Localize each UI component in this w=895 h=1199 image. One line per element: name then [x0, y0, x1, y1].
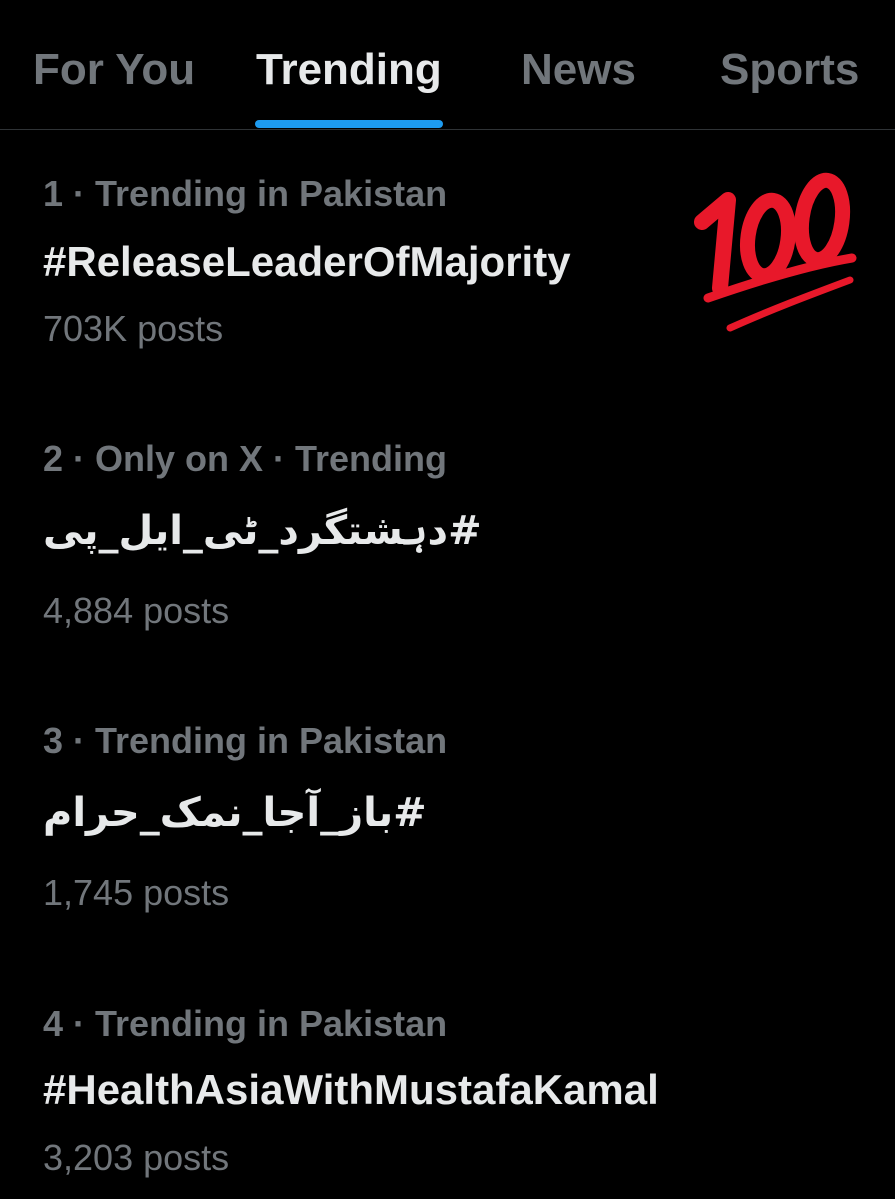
- tab-for-you[interactable]: For You: [33, 44, 195, 96]
- trend-item-2[interactable]: 2 · Only on X · Trending #دہشتگرد_ٹی_ایل…: [0, 435, 895, 635]
- trend-post-count: 3,203 posts: [43, 1137, 230, 1178]
- active-tab-indicator: [255, 120, 443, 128]
- trend-meta: 4 · Trending in Pakistan: [43, 1003, 448, 1044]
- hundred-points-emoji-icon: [694, 172, 857, 332]
- trend-post-count: 703K posts: [43, 308, 224, 349]
- trend-meta: 2 · Only on X · Trending: [43, 438, 448, 479]
- trend-meta: 3 · Trending in Pakistan: [43, 720, 448, 761]
- tab-news[interactable]: News: [521, 44, 636, 96]
- trend-name: #ReleaseLeaderOfMajority: [43, 238, 571, 285]
- tab-sports[interactable]: Sports: [720, 44, 859, 96]
- trend-meta: 1 · Trending in Pakistan: [43, 173, 448, 214]
- trend-name: #HealthAsiaWithMustafaKamal: [43, 1066, 659, 1113]
- tab-bar: For You Trending News Sports: [0, 0, 895, 130]
- tab-trending[interactable]: Trending: [256, 44, 442, 96]
- trend-item-4[interactable]: 4 · Trending in Pakistan #HealthAsiaWith…: [0, 1000, 895, 1190]
- trend-name: #باز_آجا_نمک_حرام: [43, 790, 427, 836]
- trend-post-count: 1,745 posts: [43, 872, 230, 913]
- trend-post-count: 4,884 posts: [43, 590, 230, 631]
- trend-item-3[interactable]: 3 · Trending in Pakistan #باز_آجا_نمک_حر…: [0, 717, 895, 917]
- trend-name: #دہشتگرد_ٹی_ایل_پی: [43, 508, 482, 554]
